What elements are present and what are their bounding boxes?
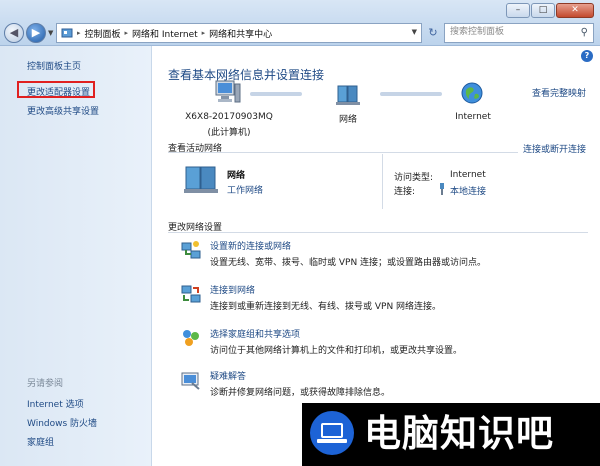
network-node-label: 网络 [338, 115, 357, 125]
network-link-line [250, 92, 302, 96]
see-also-heading: 另请参阅 [27, 379, 64, 389]
lan-plug-icon [440, 183, 444, 195]
page-title: 查看基本网络信息并设置连接 [168, 68, 325, 82]
sidebar-item-control-panel-home[interactable]: 控制面板主页 [27, 59, 81, 72]
computer-icon [215, 80, 241, 103]
active-network-name: 网络 [227, 171, 246, 181]
view-full-map-link[interactable]: 查看完整映射 [532, 86, 586, 99]
network-benches-icon [184, 166, 218, 193]
back-button[interactable]: ◀ [4, 23, 24, 43]
task-description: 诊断并修复网络问题，或获得故障排除信息。 [210, 388, 391, 398]
forward-button[interactable]: ▶ [26, 23, 46, 43]
homegroup-icon [183, 330, 199, 346]
minimize-button[interactable]: – [506, 3, 530, 18]
task-title[interactable]: 选择家庭组和共享选项 [210, 327, 300, 340]
search-placeholder: 搜索控制面板 [450, 27, 505, 37]
window-controls: – □ ✕ [506, 3, 594, 18]
local-connection-link[interactable]: 本地连接 [450, 184, 486, 197]
task-description: 连接到或重新连接到无线、有线、拨号或 VPN 网络连接。 [210, 302, 442, 312]
address-bar[interactable]: ▸ 控制面板 ▸ 网络和 Internet ▸ 网络和共享中心 ▼ [56, 23, 422, 43]
internet-link-line [380, 92, 442, 96]
breadcrumb-separator[interactable]: ▸ [202, 29, 206, 37]
breadcrumb-network-sharing-center[interactable]: 网络和共享中心 [209, 27, 272, 40]
task-title[interactable]: 疑难解答 [210, 369, 246, 382]
help-icon[interactable]: ? [581, 50, 593, 62]
laptop-logo-icon [310, 411, 354, 455]
breadcrumb-separator[interactable]: ▸ [125, 29, 129, 37]
see-also-homegroup[interactable]: 家庭组 [27, 435, 54, 448]
watermark-text: 电脑知识吧 [364, 412, 554, 455]
connections-label: 连接: [394, 187, 416, 197]
navigation-row: ◀ ▶ ▼ ▸ 控制面板 ▸ 网络和 Internet ▸ 网络和共享中心 ▼ … [0, 22, 600, 44]
access-type-label: 访问类型: [394, 173, 434, 183]
search-icon[interactable]: ⚲ [581, 27, 588, 38]
history-dropdown-icon[interactable]: ▼ [48, 29, 53, 37]
refresh-icon[interactable]: ↻ [424, 24, 442, 42]
computer-subtitle: (此计算机) [207, 128, 251, 138]
close-button[interactable]: ✕ [556, 3, 594, 18]
globe-icon [461, 82, 483, 104]
internet-node-label: Internet [455, 112, 491, 122]
left-task-pane: 控制面板主页 更改适配器设置 更改高级共享设置 另请参阅 Internet 选项… [0, 46, 152, 466]
troubleshoot-icon [181, 372, 200, 390]
task-description: 设置无线、宽带、拨号、临时或 VPN 连接；或设置路由器或访问点。 [210, 258, 487, 268]
task-title[interactable]: 设置新的连接或网络 [210, 239, 291, 252]
section-divider [168, 232, 588, 233]
breadcrumb-control-panel[interactable]: 控制面板 [85, 27, 121, 40]
task-description: 访问位于其他网络计算机上的文件和打印机，或更改共享设置。 [210, 346, 463, 356]
address-dropdown-icon[interactable]: ▼ [412, 28, 417, 36]
sidebar-item-change-adapter-settings[interactable]: 更改适配器设置 [27, 85, 90, 98]
network-type-link[interactable]: 工作网络 [227, 183, 263, 196]
see-also-internet-options[interactable]: Internet 选项 [27, 397, 84, 410]
computer-name: X6X8-20170903MQ [185, 112, 273, 122]
search-input[interactable]: 搜索控制面板 ⚲ [444, 23, 594, 43]
section-divider [168, 152, 518, 153]
breadcrumb-network-internet[interactable]: 网络和 Internet [132, 27, 198, 40]
breadcrumb-separator: ▸ [77, 29, 81, 37]
access-type-value: Internet [450, 170, 486, 180]
connect-network-icon [181, 285, 201, 303]
see-also-windows-firewall[interactable]: Windows 防火墙 [27, 416, 97, 429]
connect-or-disconnect-link[interactable]: 连接或断开连接 [523, 142, 586, 155]
control-panel-icon [61, 28, 73, 38]
window-chrome: – □ ✕ ◀ ▶ ▼ ▸ 控制面板 ▸ 网络和 Internet ▸ 网络和共… [0, 0, 600, 46]
task-title[interactable]: 连接到网络 [210, 283, 255, 296]
vertical-divider [382, 154, 383, 209]
new-connection-icon [181, 241, 201, 259]
network-icon [336, 85, 360, 105]
maximize-button[interactable]: □ [531, 3, 555, 18]
sidebar-item-change-advanced-sharing[interactable]: 更改高级共享设置 [27, 104, 99, 117]
watermark-banner: 电脑知识吧 [302, 403, 600, 466]
